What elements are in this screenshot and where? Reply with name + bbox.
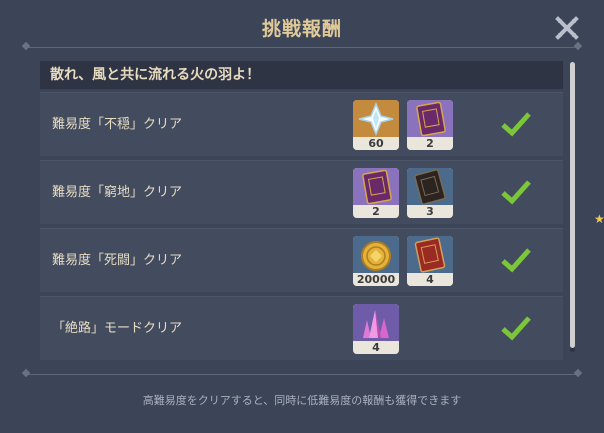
reward-item[interactable]: 4 xyxy=(407,236,453,286)
row-label: 難易度「死闘」クリア xyxy=(52,253,183,268)
reward-item[interactable]: 4 xyxy=(353,304,399,354)
dark-book-icon xyxy=(407,168,453,206)
scrollbar-thumb[interactable] xyxy=(570,62,575,348)
purple-book-icon xyxy=(407,100,453,138)
reward-row: 「絶路」モードクリア 4 xyxy=(40,296,563,360)
top-divider xyxy=(21,41,583,51)
footer-note: 高難易度をクリアすると、同時に低難易度の報酬も獲得できます xyxy=(142,394,462,407)
reward-item[interactable]: 3 xyxy=(407,168,453,218)
close-icon[interactable] xyxy=(555,16,579,40)
reward-item[interactable]: 2 xyxy=(353,168,399,218)
reward-qty: 3 xyxy=(407,205,453,218)
reward-qty: 60 xyxy=(353,137,399,150)
purple-book-icon xyxy=(353,168,399,206)
reward-item[interactable]: 2 xyxy=(407,100,453,150)
star-icon: ★ xyxy=(594,212,604,226)
reward-row: 難易度「不穏」クリア 60 2 xyxy=(40,92,563,156)
check-icon xyxy=(501,248,531,273)
check-icon xyxy=(501,112,531,137)
panel-title: 挑戦報酬 xyxy=(261,18,342,40)
primogem-icon xyxy=(353,100,399,138)
red-book-icon xyxy=(407,236,453,274)
reward-qty: 20000 xyxy=(353,273,399,286)
reward-qty: 2 xyxy=(353,205,399,218)
bottom-divider xyxy=(21,368,583,378)
reward-item[interactable]: 20000 xyxy=(353,236,399,286)
reward-qty: 2 xyxy=(407,137,453,150)
challenge-header: 散れ、風と共に流れる火の羽よ！ xyxy=(40,61,563,89)
reward-item[interactable]: 60 xyxy=(353,100,399,150)
reward-row: 難易度「窮地」クリア 2 3 xyxy=(40,160,563,224)
row-label: 難易度「不穏」クリア xyxy=(52,117,183,132)
reward-qty: 4 xyxy=(353,341,399,354)
check-icon xyxy=(501,316,531,341)
purple-crystal-icon xyxy=(353,304,399,342)
reward-panel: 挑戦報酬 散れ、風と共に流れる火の羽よ！ 難易度「不穏」クリア 60 2 難易度… xyxy=(0,0,604,433)
row-label: 難易度「窮地」クリア xyxy=(52,185,183,200)
reward-row: 難易度「死闘」クリア 20000 4 xyxy=(40,228,563,292)
check-icon xyxy=(501,180,531,205)
row-label: 「絶路」モードクリア xyxy=(52,321,183,336)
reward-qty: 4 xyxy=(407,273,453,286)
mora-coin-icon xyxy=(353,236,399,274)
